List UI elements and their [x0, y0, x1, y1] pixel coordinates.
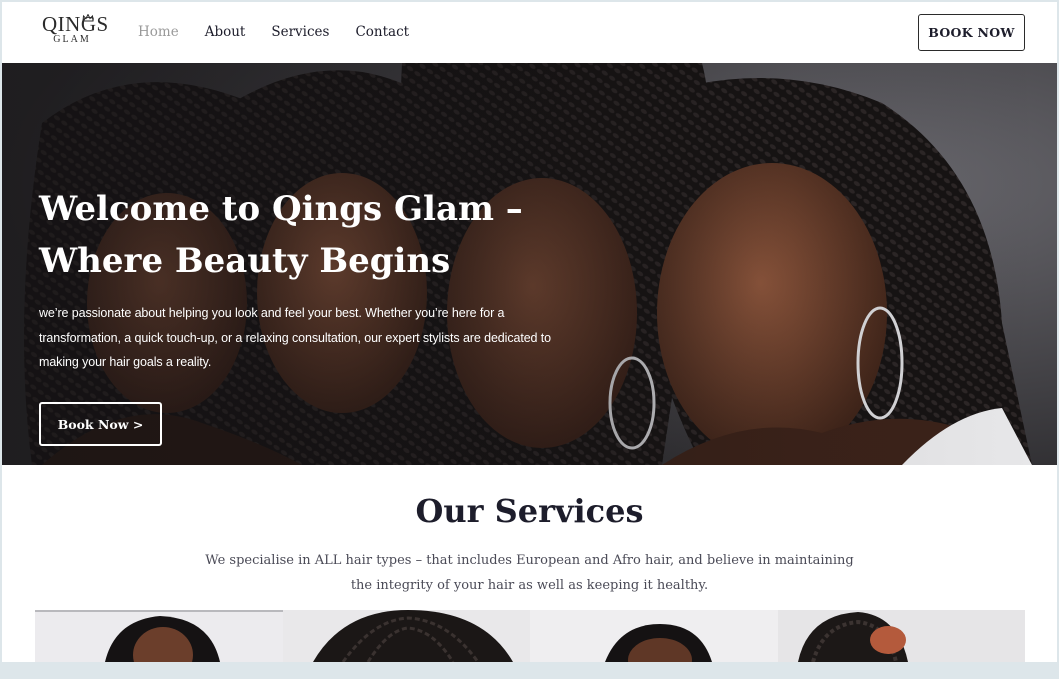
book-now-button[interactable]: BOOK NOW — [918, 14, 1025, 51]
web-page: QINGS GLAM Home About Services Contact B… — [2, 2, 1057, 662]
nav-contact[interactable]: Contact — [355, 24, 409, 40]
nav-about[interactable]: About — [205, 24, 246, 40]
hero-description-line: transformation, a quick touch-up, or a r… — [39, 330, 552, 345]
services-description-line: the integrity of your hair as well as ke… — [350, 578, 709, 593]
service-card-image[interactable] — [35, 610, 283, 662]
hero-description-line: making your hair goals a reality. — [39, 355, 212, 369]
hero-description: we’re passionate about helping you look … — [39, 301, 552, 375]
crown-icon — [82, 14, 94, 22]
hero-title-line: Welcome to Qings Glam – — [39, 189, 523, 229]
services-title: Our Services — [415, 492, 644, 530]
service-card-image[interactable] — [777, 610, 1025, 662]
site-header: QINGS GLAM Home About Services Contact B… — [2, 2, 1057, 63]
hero-title: Welcome to Qings Glam – Where Beauty Beg… — [39, 183, 559, 287]
nav-services[interactable]: Services — [271, 24, 329, 40]
logo-wordmark: QINGS — [42, 12, 109, 36]
nav-home[interactable]: Home — [138, 24, 179, 40]
services-description: We specialise in ALL hair types – that i… — [2, 548, 1057, 598]
logo-subtitle: GLAM — [53, 34, 91, 45]
service-card-image[interactable] — [530, 610, 778, 662]
brand-logo[interactable]: QINGS GLAM — [42, 13, 108, 51]
services-description-line: We specialise in ALL hair types – that i… — [205, 553, 854, 568]
hero-description-line: we’re passionate about helping you look … — [39, 306, 505, 320]
hero-book-now-button[interactable]: Book Now > — [39, 402, 162, 446]
service-cards — [35, 610, 1025, 662]
hero-title-line: Where Beauty Begins — [39, 241, 451, 281]
hero-section: Welcome to Qings Glam – Where Beauty Beg… — [2, 63, 1057, 465]
service-card-image[interactable] — [282, 610, 530, 662]
main-nav: Home About Services Contact — [138, 24, 409, 40]
